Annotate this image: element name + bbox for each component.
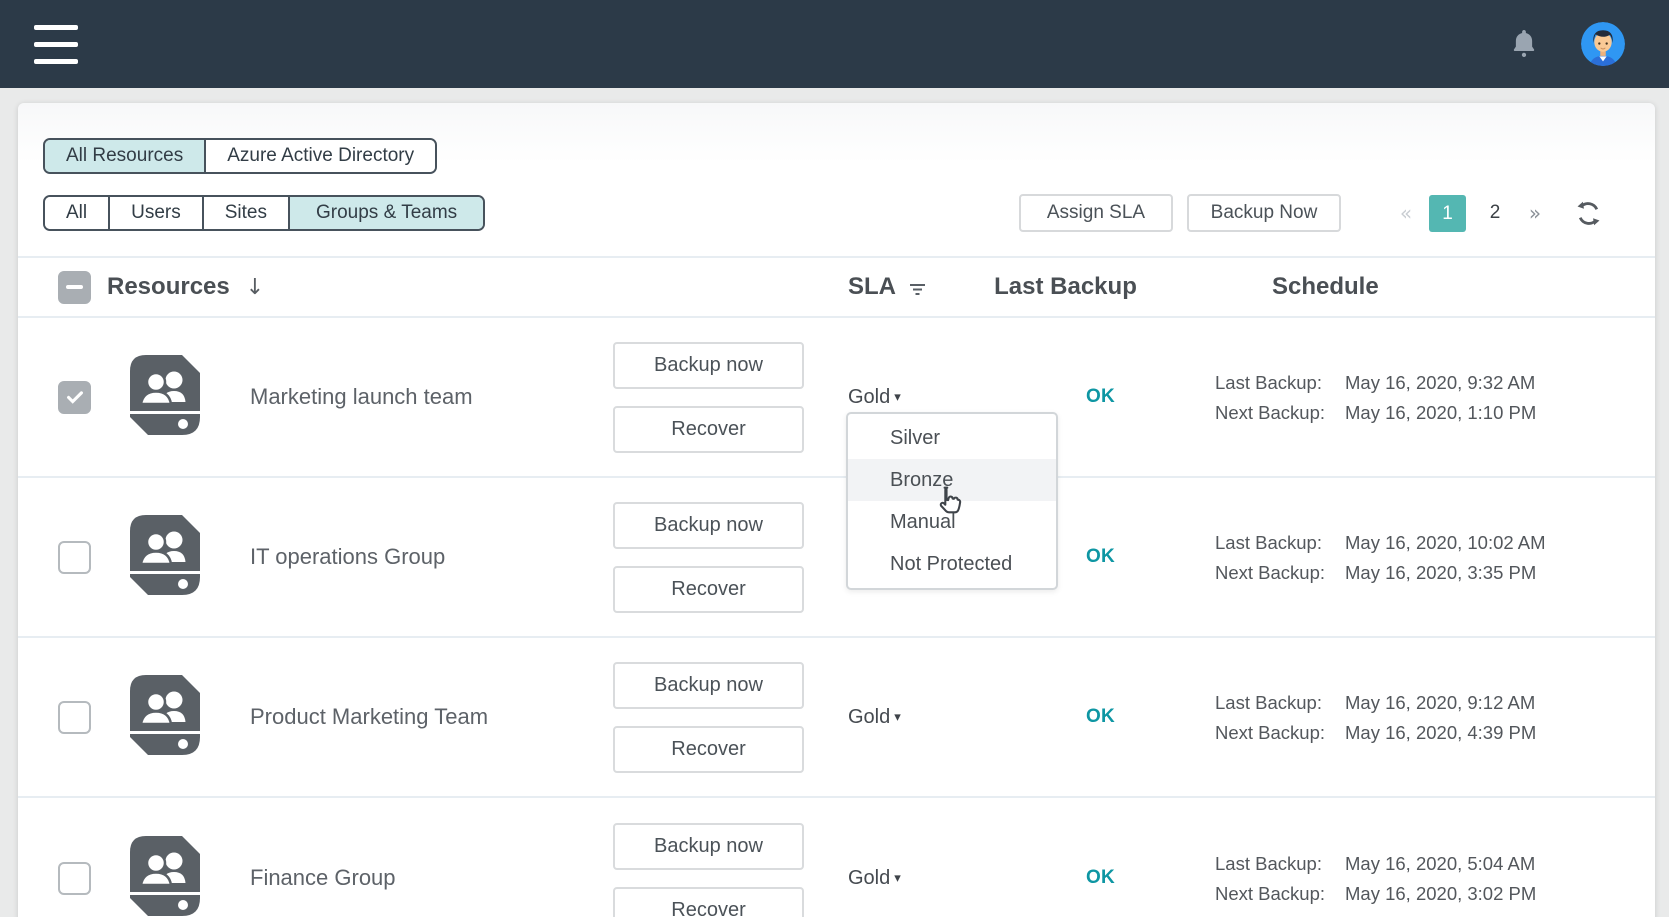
tab-groups-teams[interactable]: Groups & Teams (288, 197, 483, 229)
column-sla: SLA (848, 273, 1008, 301)
column-schedule: Schedule (1272, 273, 1379, 301)
notifications-bell-icon[interactable] (1509, 27, 1539, 61)
resource-name: Marketing launch team (250, 384, 613, 410)
group-icon (130, 515, 200, 595)
table-row: Marketing launch team Backup now Recover… (18, 318, 1655, 478)
backup-now-button[interactable]: Backup now (613, 662, 804, 709)
menu-item-bronze[interactable]: Bronze (848, 459, 1056, 501)
status-badge: OK (1086, 546, 1115, 568)
column-last-backup: Last Backup (994, 273, 1137, 301)
dropdown-caret-icon: ▾ (894, 390, 901, 405)
dropdown-caret-icon: ▾ (894, 710, 901, 725)
recover-button[interactable]: Recover (613, 406, 804, 453)
group-icon (130, 355, 200, 435)
user-avatar[interactable] (1581, 22, 1625, 66)
status-badge: OK (1086, 706, 1115, 728)
backup-now-button[interactable]: Backup now (613, 502, 804, 549)
toolbar-row: All Users Sites Groups & Teams Assign SL… (43, 194, 1603, 232)
table-row: Finance Group Backup now Recover Gold▾ O… (18, 798, 1655, 917)
resource-name: IT operations Group (250, 544, 613, 570)
row-checkbox[interactable] (58, 862, 91, 895)
group-icon (130, 836, 200, 916)
recover-button[interactable]: Recover (613, 887, 804, 917)
table-header: Resources ↓ SLA Last Backup Schedule (18, 256, 1655, 318)
tab-all-resources[interactable]: All Resources (45, 140, 204, 172)
menu-item-manual[interactable]: Manual (848, 501, 1056, 543)
select-all-checkbox[interactable] (58, 271, 91, 304)
tab-sites[interactable]: Sites (202, 197, 288, 229)
category-tabs: All Users Sites Groups & Teams (43, 195, 485, 231)
column-resources: Resources ↓ (107, 273, 848, 301)
row-checkbox[interactable] (58, 541, 91, 574)
schedule-cell: Last Backup:May 16, 2020, 9:12 AM Next B… (1215, 692, 1615, 743)
pagination: « 1 2 » (1389, 195, 1552, 232)
menu-icon[interactable] (34, 25, 78, 64)
pagination-prev-icon[interactable]: « (1389, 201, 1423, 225)
sla-dropdown-trigger[interactable]: Gold▾ (848, 386, 901, 409)
menu-item-silver[interactable]: Silver (848, 417, 1056, 459)
schedule-cell: Last Backup:May 16, 2020, 5:04 AM Next B… (1215, 853, 1615, 904)
pagination-page-1[interactable]: 1 (1429, 195, 1466, 232)
pagination-next-icon[interactable]: » (1518, 201, 1552, 225)
group-icon (130, 675, 200, 755)
dropdown-caret-icon: ▾ (894, 871, 901, 886)
backup-now-button[interactable]: Backup now (613, 823, 804, 870)
menu-item-not-protected[interactable]: Not Protected (848, 543, 1056, 585)
schedule-cell: Last Backup:May 16, 2020, 10:02 AM Next … (1215, 532, 1615, 583)
top-navigation-bar (0, 0, 1669, 88)
row-checkbox[interactable] (58, 701, 91, 734)
backup-now-button[interactable]: Backup now (613, 342, 804, 389)
tab-users[interactable]: Users (108, 197, 202, 229)
sla-filter-icon[interactable] (909, 282, 926, 296)
status-badge: OK (1086, 386, 1115, 408)
table-row: Product Marketing Team Backup now Recove… (18, 638, 1655, 798)
resource-name: Product Marketing Team (250, 704, 613, 730)
sla-dropdown-trigger[interactable]: Gold▾ (848, 867, 901, 890)
tab-all[interactable]: All (45, 197, 108, 229)
pagination-page-2[interactable]: 2 (1478, 202, 1512, 224)
sort-desc-icon[interactable]: ↓ (246, 275, 264, 300)
sla-dropdown-trigger[interactable]: Gold▾ (848, 706, 901, 729)
backup-now-toolbar-button[interactable]: Backup Now (1187, 194, 1341, 232)
status-badge: OK (1086, 867, 1115, 889)
resources-table: Resources ↓ SLA Last Backup Schedule (18, 256, 1655, 917)
resource-name: Finance Group (250, 865, 613, 891)
table-row: IT operations Group Backup now Recover G… (18, 478, 1655, 638)
sla-dropdown-menu: Silver Bronze Manual Not Protected (846, 412, 1058, 590)
row-checkbox[interactable] (58, 381, 91, 414)
recover-button[interactable]: Recover (613, 566, 804, 613)
assign-sla-button[interactable]: Assign SLA (1019, 194, 1173, 232)
refresh-icon[interactable] (1574, 199, 1603, 228)
schedule-cell: Last Backup:May 16, 2020, 9:32 AM Next B… (1215, 372, 1615, 423)
content-card: All Resources Azure Active Directory All… (18, 103, 1655, 917)
recover-button[interactable]: Recover (613, 726, 804, 773)
resource-type-tabs: All Resources Azure Active Directory (43, 138, 437, 174)
tab-azure-active-directory[interactable]: Azure Active Directory (204, 140, 435, 172)
